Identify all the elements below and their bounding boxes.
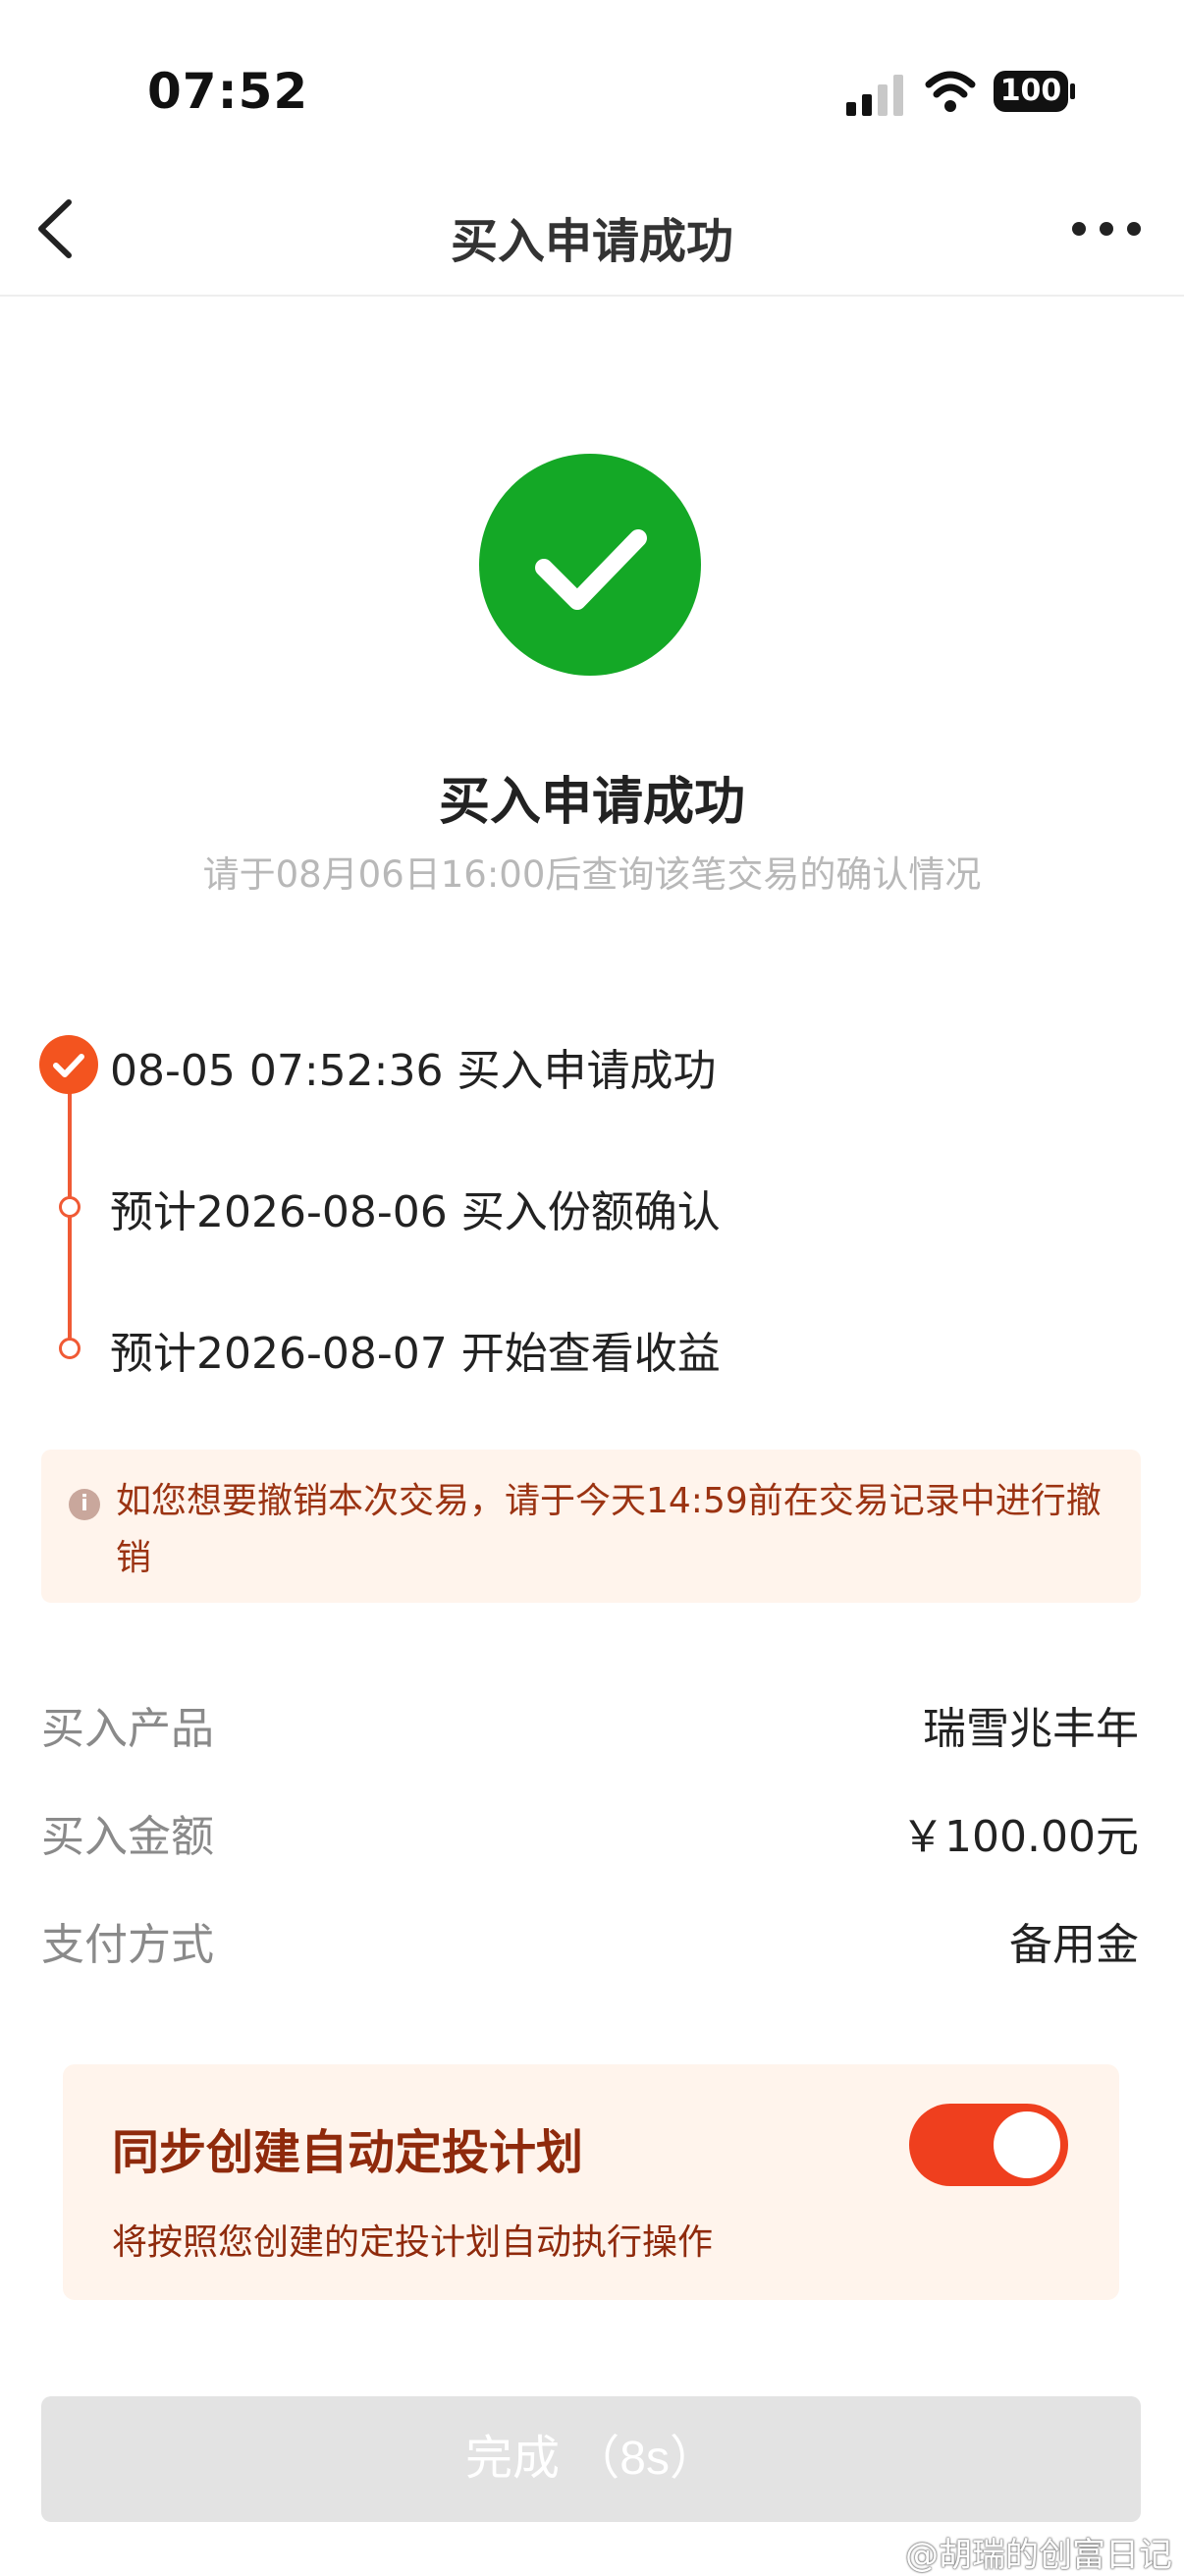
- detail-label-payment: 支付方式: [41, 1920, 214, 1970]
- wifi-icon: [925, 71, 976, 112]
- timeline-line: [68, 1090, 72, 1349]
- done-button[interactable]: 完成 （8s）: [41, 2396, 1141, 2522]
- cancel-notice-text: 如您想要撤销本次交易，请于今天14:59前在交易记录中进行撤销: [116, 1481, 1102, 1578]
- timeline-step-2: 预计2026-08-06 买入份额确认: [110, 1187, 721, 1237]
- more-options-icon[interactable]: [1070, 220, 1143, 238]
- result-subtitle: 请于08月06日16:00后查询该笔交易的确认情况: [202, 853, 982, 896]
- cellular-signal-icon: [846, 75, 903, 116]
- battery-level: 100: [999, 74, 1062, 108]
- detail-label-product: 买入产品: [41, 1704, 214, 1754]
- status-time: 07:52: [147, 63, 309, 120]
- watermark-text: @胡瑞的创富日记: [905, 2536, 1172, 2575]
- detail-value-product: 瑞雪兆丰年: [923, 1704, 1139, 1754]
- timeline-step-3: 预计2026-08-07 开始查看收益: [110, 1329, 721, 1379]
- success-check-icon: [479, 454, 701, 676]
- battery-icon: 100: [994, 71, 1076, 112]
- auto-invest-toggle[interactable]: [909, 2104, 1068, 2186]
- plan-title: 同步创建自动定投计划: [112, 2125, 584, 2180]
- timeline-check-icon: [39, 1035, 98, 1094]
- detail-label-amount: 买入金额: [41, 1812, 214, 1862]
- timeline-dot-icon: [59, 1338, 81, 1359]
- timeline-step-1: 08-05 07:52:36 买入申请成功: [110, 1046, 717, 1096]
- nav-divider: [0, 295, 1184, 297]
- result-title: 买入申请成功: [438, 773, 745, 832]
- detail-value-payment: 备用金: [1009, 1920, 1139, 1970]
- timeline-dot-icon: [59, 1196, 81, 1218]
- info-icon: i: [69, 1489, 100, 1520]
- page-title: 买入申请成功: [450, 214, 733, 269]
- toggle-knob: [994, 2111, 1060, 2178]
- plan-description: 将按照您创建的定投计划自动执行操作: [112, 2222, 714, 2263]
- detail-value-amount: ￥100.00元: [901, 1812, 1139, 1862]
